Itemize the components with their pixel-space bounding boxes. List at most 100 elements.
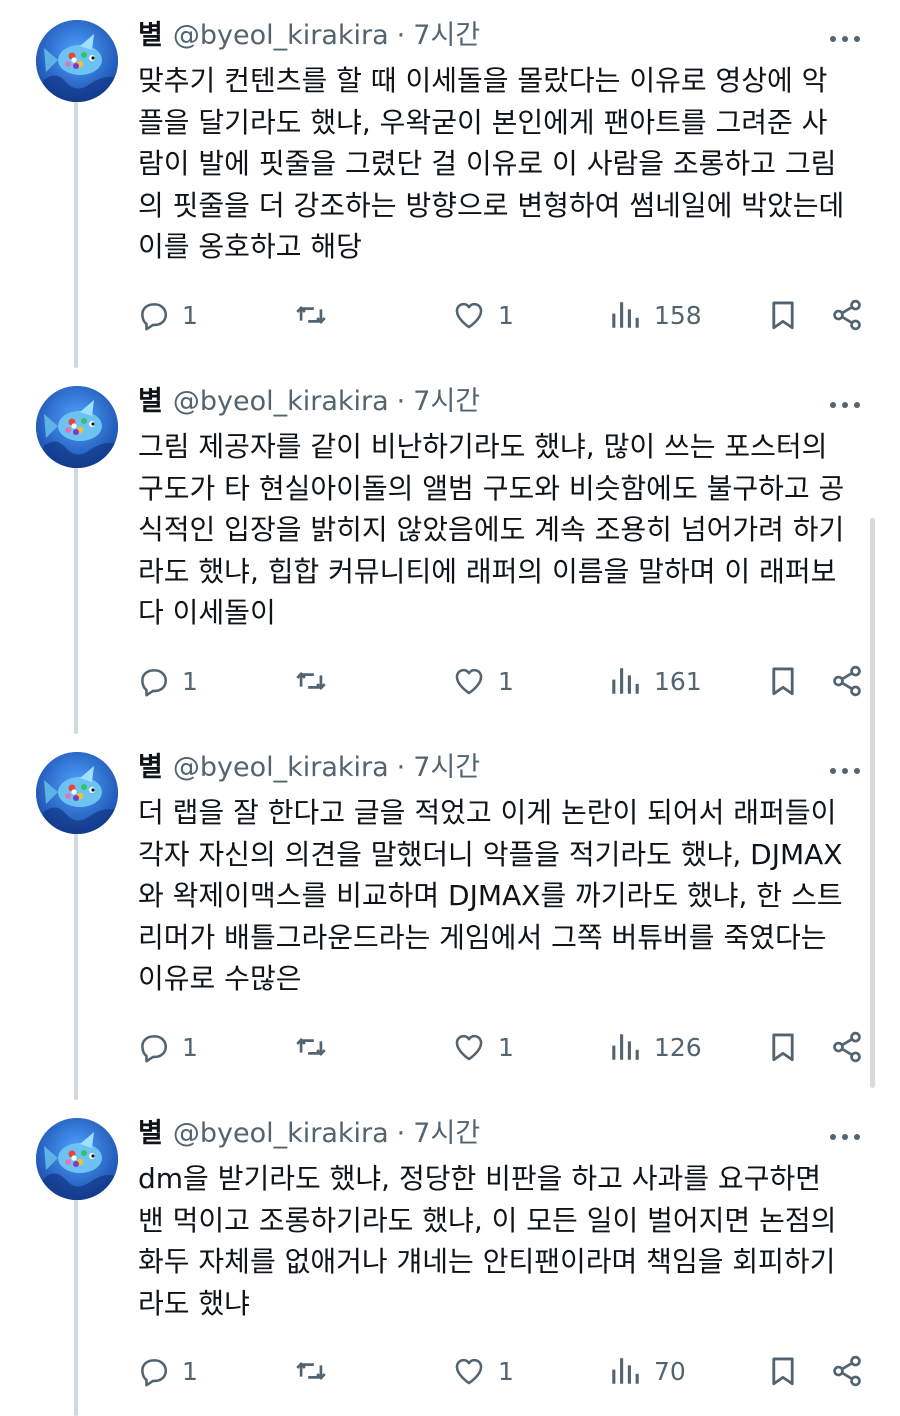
share-icon: [830, 298, 864, 332]
repost-icon: [294, 298, 328, 332]
user-handle[interactable]: @byeol_kirakira: [173, 384, 389, 420]
separator-dot: ·: [396, 752, 406, 783]
bookmark-icon: [766, 298, 800, 332]
bookmark-icon: [766, 1030, 800, 1064]
user-handle[interactable]: @byeol_kirakira: [173, 18, 389, 54]
repost-icon: [294, 1030, 328, 1064]
views-button[interactable]: 70: [608, 1351, 686, 1391]
avatar[interactable]: [36, 386, 118, 468]
reply-count: 1: [182, 666, 198, 696]
tweet-text-line: 이유로 수많은: [138, 962, 302, 995]
bookmark-icon: [766, 1354, 800, 1388]
reply-button[interactable]: 1: [136, 661, 198, 701]
display-name[interactable]: 별: [138, 750, 163, 786]
views-button[interactable]: 161: [608, 661, 702, 701]
more-icon[interactable]: [830, 34, 860, 44]
share-button[interactable]: [830, 1027, 864, 1067]
bookmark-button[interactable]: [766, 295, 800, 335]
reply-count: 1: [182, 300, 198, 330]
separator-dot: ·: [396, 1118, 406, 1149]
tweet-text: 맞추기 컨텐츠를 할 때 이세돌을 몰랐다는 이유로 영상에 악플을 달기라도 …: [138, 60, 878, 268]
tweet-text-line: 플을 달기라도 했냐, 우왁굳이 본인에게 팬아트를 그려준 사: [138, 105, 828, 139]
avatar[interactable]: [36, 1118, 118, 1200]
tweet-text-line: 화두 자체를 없애거나 걔네는 안티팬이라며 책임을 회피하기: [138, 1245, 836, 1278]
like-count: 1: [498, 300, 514, 330]
like-button[interactable]: 1: [452, 661, 514, 701]
action-bar: 1 1 70: [0, 1351, 900, 1391]
timestamp[interactable]: 7시간: [413, 750, 480, 786]
tweet-text: 그림 제공자를 같이 비난하기라도 했냐, 많이 쓰는 포스터의 구도가 타 현실…: [138, 426, 878, 634]
separator-dot: ·: [396, 20, 406, 51]
tweet-header: 별 @byeol_kirakira · 7시간: [138, 1116, 860, 1152]
timestamp[interactable]: 7시간: [413, 18, 480, 54]
tweet-text-line: 더 랩을 잘 한다고 글을 적었고 이게 논란이 되어서 래퍼들이: [138, 796, 837, 829]
share-button[interactable]: [830, 661, 864, 701]
avatar[interactable]: [36, 752, 118, 834]
timestamp[interactable]: 7시간: [413, 1116, 480, 1152]
like-button[interactable]: 1: [452, 1027, 514, 1067]
like-count: 1: [498, 666, 514, 696]
tweet-header: 별 @byeol_kirakira · 7시간: [138, 384, 860, 420]
tweet-text-line: 각자 자신의 의견을 말했더니 악플을 적기라도 했냐, DJMAX: [138, 837, 843, 871]
like-count: 1: [498, 1032, 514, 1062]
reply-icon: [136, 1030, 170, 1064]
bookmark-button[interactable]: [766, 1027, 800, 1067]
repost-button[interactable]: [294, 295, 328, 335]
tweet-text-line: 리머가 배틀그라운드라는 게임에서 그쪽 버튜버를 죽였다는: [138, 920, 827, 954]
action-bar: 1 1 161: [0, 661, 900, 701]
heart-icon: [452, 1030, 486, 1064]
tweet-text-line: 구도가 타 현실아이돌의 앨범 구도와 비슷함에도 불구하고 공: [138, 471, 845, 505]
tweet-header: 별 @byeol_kirakira · 7시간: [138, 18, 860, 54]
action-bar: 1 1 126: [0, 1027, 900, 1067]
tweet-text-line: 밴 먹이고 조롱하기라도 했냐, 이 모든 일이 벌어지면 논점의: [138, 1203, 837, 1237]
tweet-text-line: 의 핏줄을 더 강조하는 방향으로 변형하여 썸네일에 박았는데: [138, 188, 845, 222]
heart-icon: [452, 664, 486, 698]
bookmark-button[interactable]: [766, 661, 800, 701]
reply-icon: [136, 664, 170, 698]
reply-button[interactable]: 1: [136, 295, 198, 335]
heart-icon: [452, 1354, 486, 1388]
reply-icon: [136, 1354, 170, 1388]
views-icon: [608, 1354, 642, 1388]
like-button[interactable]: 1: [452, 295, 514, 335]
bookmark-button[interactable]: [766, 1351, 800, 1391]
tweet-text: 더 랩을 잘 한다고 글을 적었고 이게 논란이 되어서 래퍼들이각자 자신의 …: [138, 792, 878, 1000]
view-count: 158: [654, 300, 702, 330]
user-handle[interactable]: @byeol_kirakira: [173, 1116, 389, 1152]
tweet-text-line: 라도 했냐, 힙합 커뮤니티에 래퍼의 이름을 말하며 이 래퍼보: [138, 554, 837, 588]
tweet-text: dm을 받기라도 했냐, 정당한 비판을 하고 사과를 요구하면 밴 먹이고 조롱…: [138, 1158, 878, 1324]
share-button[interactable]: [830, 295, 864, 335]
repost-button[interactable]: [294, 661, 328, 701]
repost-button[interactable]: [294, 1351, 328, 1391]
repost-button[interactable]: [294, 1027, 328, 1067]
share-icon: [830, 1030, 864, 1064]
user-handle[interactable]: @byeol_kirakira: [173, 750, 389, 786]
view-count: 161: [654, 666, 702, 696]
like-button[interactable]: 1: [452, 1351, 514, 1391]
views-button[interactable]: 126: [608, 1027, 702, 1067]
separator-dot: ·: [396, 386, 406, 417]
display-name[interactable]: 별: [138, 384, 163, 420]
repost-icon: [294, 1354, 328, 1388]
share-icon: [830, 1354, 864, 1388]
more-icon[interactable]: [830, 400, 860, 410]
avatar[interactable]: [36, 20, 118, 102]
views-button[interactable]: 158: [608, 295, 702, 335]
share-button[interactable]: [830, 1351, 864, 1391]
display-name[interactable]: 별: [138, 18, 163, 54]
reply-count: 1: [182, 1356, 198, 1386]
views-icon: [608, 664, 642, 698]
tweet-text-line: 다 이세돌이: [138, 596, 276, 629]
tweet-text-line: 이를 옹호하고 해당: [138, 230, 362, 263]
tweet-text-line: 맞추기 컨텐츠를 할 때 이세돌을 몰랐다는 이유로 영상에 악: [138, 64, 828, 97]
more-icon[interactable]: [830, 766, 860, 776]
more-icon[interactable]: [830, 1132, 860, 1142]
views-icon: [608, 298, 642, 332]
reply-button[interactable]: 1: [136, 1027, 198, 1067]
action-bar: 1 1 158: [0, 295, 900, 335]
timestamp[interactable]: 7시간: [413, 384, 480, 420]
reply-button[interactable]: 1: [136, 1351, 198, 1391]
display-name[interactable]: 별: [138, 1116, 163, 1152]
view-count: 126: [654, 1032, 702, 1062]
reply-count: 1: [182, 1032, 198, 1062]
